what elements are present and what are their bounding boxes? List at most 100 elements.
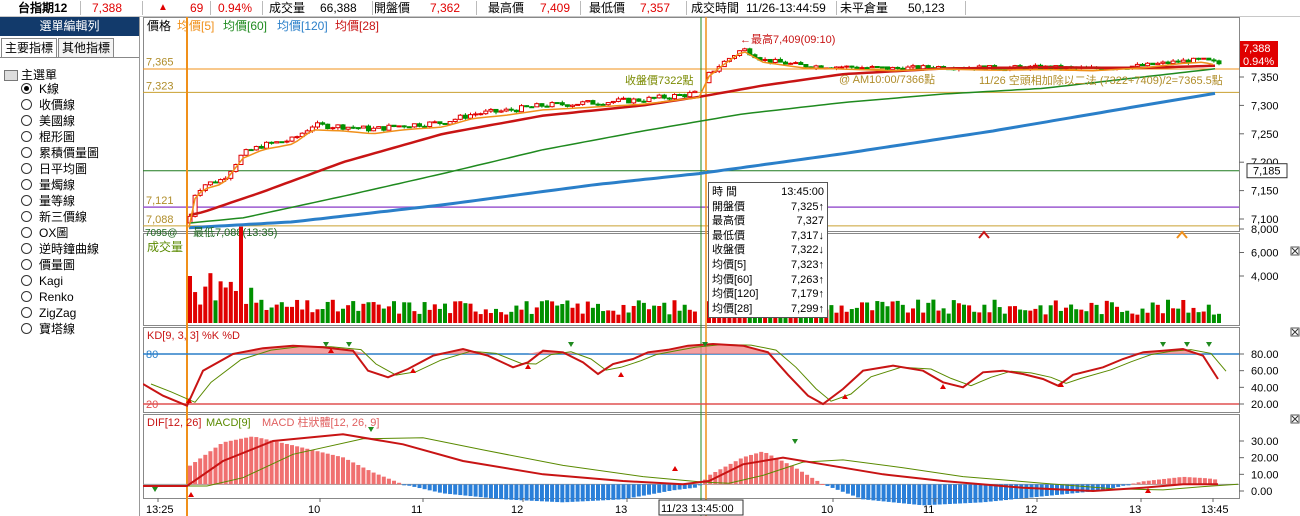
chart-type-item[interactable]: 量等線 [21, 193, 75, 209]
up-arrow-icon: ▲ [158, 2, 168, 13]
chart-type-item[interactable]: 日平均圖 [21, 161, 87, 177]
chart-type-item[interactable]: ZigZag [21, 305, 76, 321]
candle-body [656, 94, 662, 99]
tab-other-indicators[interactable]: 其他指標 [58, 38, 115, 57]
macd-histogram-bar [861, 484, 866, 500]
radio-button[interactable] [21, 195, 32, 206]
chart-type-item[interactable]: 寶塔線 [21, 321, 75, 337]
volume-bar [310, 312, 315, 323]
candle-body [803, 64, 809, 68]
time-axis-label: 12 [511, 504, 523, 516]
radio-button[interactable] [21, 115, 32, 126]
candle-body [289, 136, 295, 142]
candle-body [610, 100, 616, 104]
macd-histogram-bar [407, 484, 412, 486]
radio-button[interactable] [21, 259, 32, 270]
chart-type-item[interactable]: OX圖 [21, 225, 68, 241]
macd-histogram-bar [590, 484, 595, 501]
chart-type-item[interactable]: 棍形圖 [21, 129, 75, 145]
volume-bar [1109, 302, 1114, 323]
macd-histogram-bar [636, 484, 641, 497]
kd-title: KD[9, 3, 3] %K %D [147, 330, 240, 342]
chart-type-item[interactable]: Renko [21, 289, 74, 305]
macd-histogram-bar [284, 443, 289, 485]
midpoint-annotation: 11/26 空頭相加除以二法 (7322+7409)/2=7365.5點 [979, 73, 1223, 87]
macd-histogram-bar [942, 484, 947, 505]
macd-histogram-bar [437, 484, 442, 493]
macd-histogram-bar [596, 484, 600, 501]
radio-button[interactable] [21, 275, 32, 286]
radio-button[interactable] [21, 163, 32, 174]
macd-histogram-bar [993, 484, 998, 502]
time-axis-label: 13 [615, 504, 627, 516]
radio-button[interactable] [21, 243, 32, 254]
info-value: 13:45:00 [781, 186, 824, 198]
chart-type-item[interactable]: 新三價線 [21, 209, 87, 225]
macd-histogram-bar [453, 484, 458, 495]
macd-histogram-bar [1157, 479, 1161, 485]
volume-bar [880, 301, 885, 323]
chart-type-item[interactable]: 美國線 [21, 113, 75, 129]
volume-bar [647, 309, 651, 323]
chart-type-item[interactable]: 價量圖 [21, 257, 75, 273]
chart-type-item[interactable]: 逆時鐘曲線 [21, 241, 99, 257]
candle-body [248, 149, 254, 152]
volume-bar [284, 306, 289, 323]
volume-bar [967, 305, 972, 323]
volume-bar [524, 301, 529, 323]
radio-button[interactable] [21, 83, 32, 94]
radio-button[interactable] [21, 291, 32, 302]
volume-bar [926, 302, 931, 323]
chart-type-item[interactable]: 累積價量圖 [21, 145, 99, 161]
macd-histogram-bar [233, 439, 238, 485]
radio-button[interactable] [21, 323, 32, 334]
candle-body [539, 103, 545, 107]
macd-legend-entry: DIF[12, 26] [147, 417, 201, 429]
radio-button[interactable] [21, 99, 32, 110]
radio-button[interactable] [21, 147, 32, 158]
volume-bar [218, 281, 223, 323]
macd-histogram-bar [647, 484, 651, 495]
macd-histogram-bar [922, 484, 927, 506]
macd-histogram-bar [279, 442, 284, 485]
macd-histogram-bar [1111, 484, 1116, 489]
candle-body [549, 102, 555, 108]
macd-histogram-bar [983, 484, 988, 503]
volume-bar [325, 301, 330, 323]
radio-button[interactable] [21, 227, 32, 238]
chart-type-item[interactable]: 收價線 [21, 97, 75, 113]
info-value: 7,179↑ [790, 288, 824, 301]
radio-button[interactable] [21, 179, 32, 190]
radio-button[interactable] [21, 211, 32, 222]
macd-histogram-bar [346, 459, 351, 485]
chart-type-label: Renko [39, 290, 74, 304]
candle-body [585, 100, 591, 103]
chart-type-item[interactable]: 量燭線 [21, 177, 75, 193]
macd-histogram-bar [504, 484, 509, 500]
quote-bar: 台指期12 7,388 ▲ 69 0.94% 成交量 66,388 開盤價 7,… [0, 0, 1300, 17]
volume-bar [213, 300, 218, 323]
volume-bar [997, 307, 1002, 323]
candle-body [854, 66, 860, 69]
radio-button[interactable] [21, 131, 32, 142]
radio-button[interactable] [21, 307, 32, 318]
macd-histogram-bar [249, 436, 254, 485]
tab-main-indicators[interactable]: 主要指標 [1, 38, 58, 57]
macd-histogram-bar [968, 484, 973, 503]
candle-body [849, 65, 855, 68]
candle-body [1206, 57, 1212, 61]
volume-bar [946, 313, 951, 323]
macd-histogram-bar [626, 484, 631, 499]
macd-histogram-bar [555, 484, 560, 503]
volume-bar [1211, 314, 1216, 323]
info-label: 開盤價 [712, 200, 745, 213]
volume-bar [1166, 299, 1170, 323]
symbol-label[interactable]: 台指期12 [18, 1, 67, 15]
candle-body [498, 110, 504, 113]
volume-bar [422, 302, 427, 323]
chart-type-item[interactable]: Kagi [21, 273, 63, 289]
candle-body [885, 66, 890, 70]
macd-histogram-bar [631, 484, 636, 498]
chart-type-item[interactable]: K線 [21, 81, 59, 97]
candle-body [677, 94, 683, 97]
